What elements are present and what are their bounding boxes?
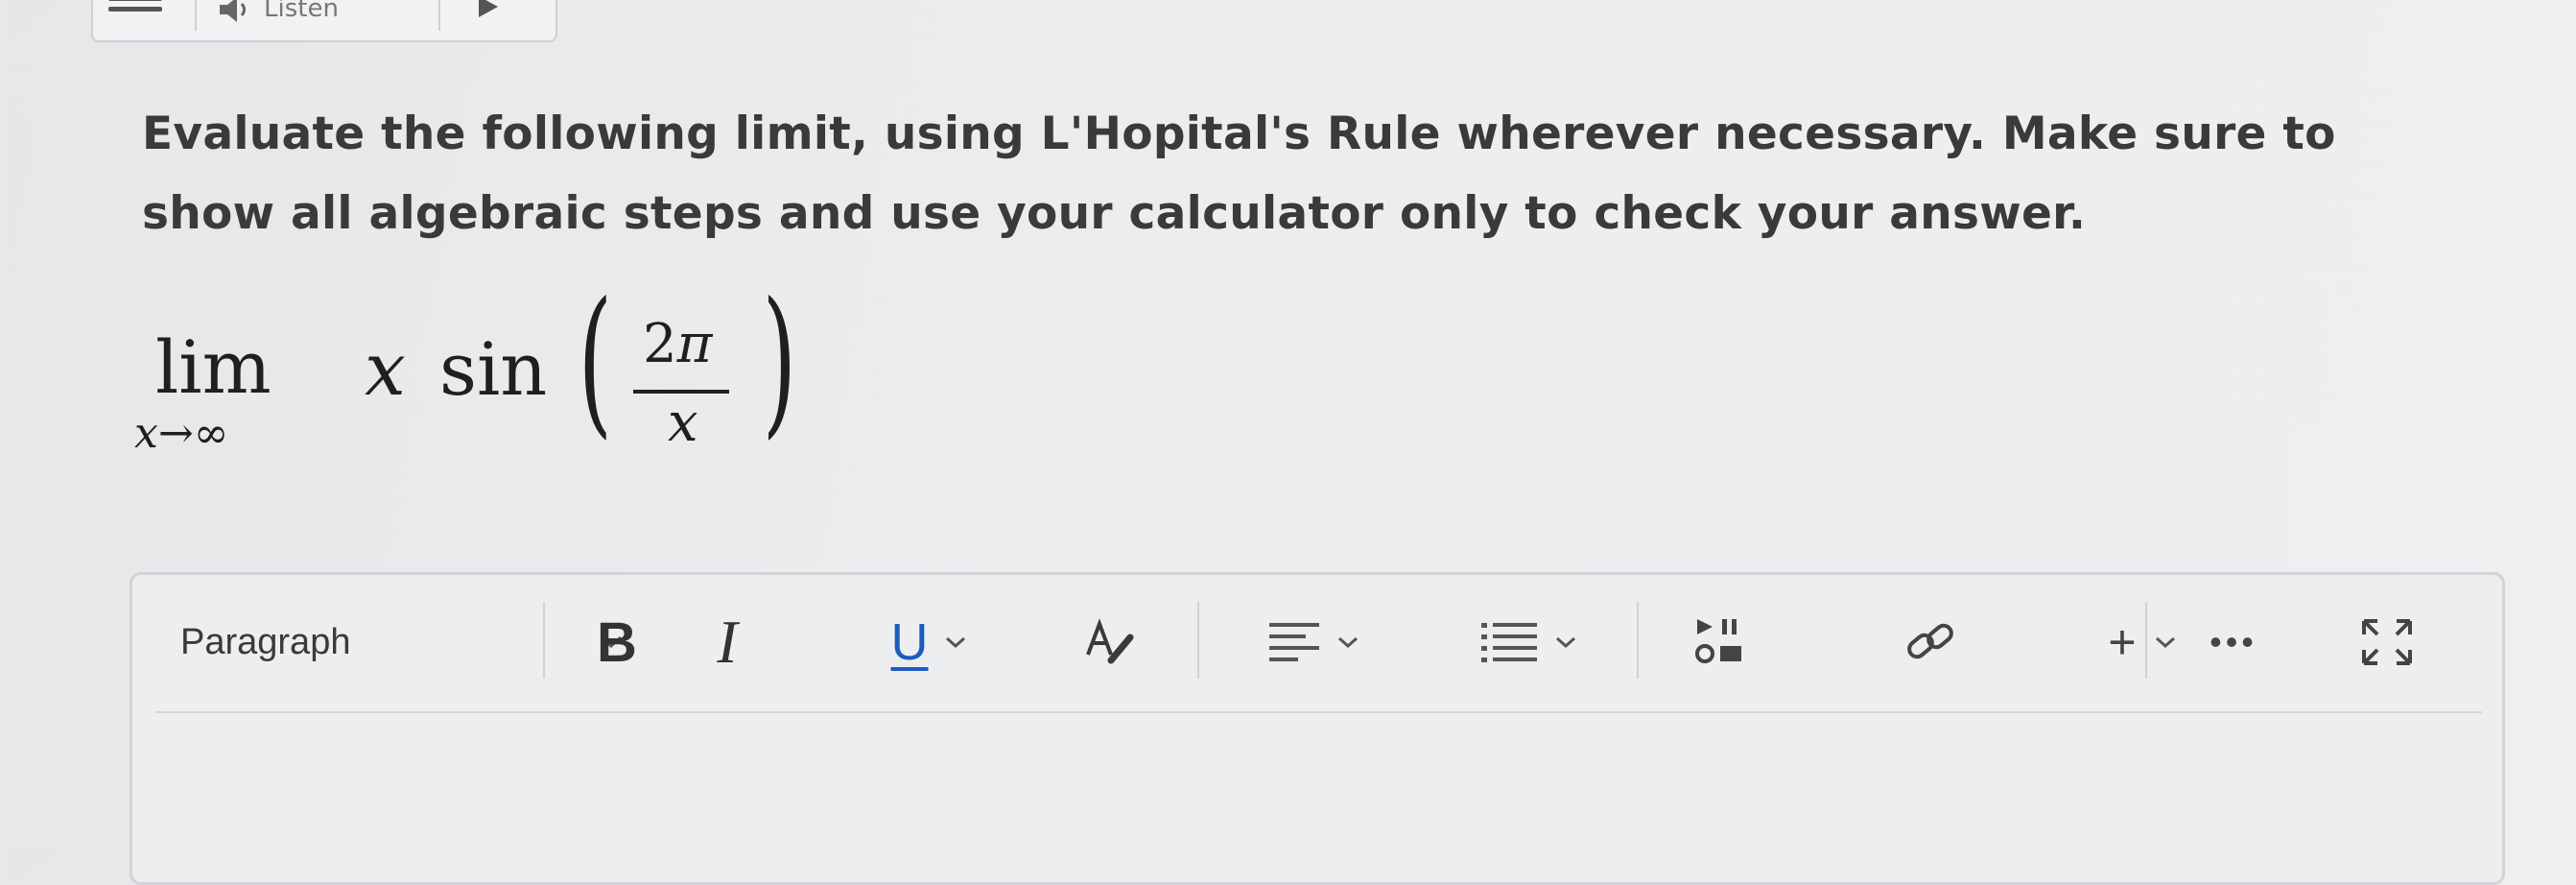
- plus-icon: +: [2108, 615, 2137, 669]
- chevron-down-icon: [944, 635, 967, 649]
- link-icon: [1901, 615, 1962, 669]
- fraction-denominator: x: [668, 392, 698, 454]
- italic-label: I: [717, 608, 738, 676]
- accessibility-toolbar: Listen: [91, 0, 557, 42]
- limit-expression: lim x→∞ x sin ( 2π x ): [134, 282, 863, 480]
- media-button[interactable]: [1667, 575, 1773, 709]
- listen-button[interactable]: Listen: [195, 0, 440, 31]
- question-text: Evaluate the following limit, using L'Ho…: [142, 108, 2336, 240]
- sub-variable: x: [134, 409, 158, 458]
- expand-icon: [2358, 615, 2416, 669]
- align-button[interactable]: [1245, 575, 1380, 709]
- listen-label: Listen: [264, 0, 339, 23]
- variable-x: x: [365, 326, 406, 412]
- right-paren: ): [762, 269, 797, 454]
- italic-button[interactable]: I: [698, 575, 756, 709]
- list-button[interactable]: [1456, 575, 1600, 709]
- toolbar-separator: [1637, 602, 1639, 679]
- left-paren: (: [578, 269, 613, 454]
- bold-button[interactable]: B: [583, 575, 650, 709]
- more-options-button[interactable]: •••: [2186, 575, 2281, 709]
- text-color-button[interactable]: [1073, 575, 1149, 709]
- numerator-pi: π: [676, 313, 713, 375]
- sub-infinity: ∞: [193, 409, 229, 458]
- toolbar-separator: [1197, 602, 1199, 679]
- block-format-label: Paragraph: [180, 621, 351, 662]
- toolbar-divider: [155, 711, 2482, 713]
- menu-icon[interactable]: [108, 0, 162, 25]
- editor-content-area[interactable]: [155, 719, 2482, 863]
- chevron-down-icon: [1336, 635, 1359, 649]
- editor-toolbar: Paragraph B I U + •••: [132, 575, 2502, 709]
- media-icon: [1690, 615, 1751, 669]
- sub-arrow: →: [157, 409, 194, 458]
- underline-label: U: [890, 613, 929, 671]
- play-icon[interactable]: [475, 0, 502, 19]
- toolbar-separator: [543, 602, 545, 679]
- speaker-icon: [218, 0, 256, 25]
- more-icon: •••: [2210, 622, 2257, 661]
- fraction-numerator: 2π: [643, 313, 712, 375]
- block-format-select[interactable]: Paragraph: [180, 575, 631, 709]
- chevron-down-icon: [1554, 635, 1577, 649]
- text-color-icon: [1082, 618, 1140, 666]
- rich-text-editor: Paragraph B I U + •••: [130, 572, 2505, 885]
- underline-button[interactable]: U: [871, 575, 986, 709]
- lim-operator: lim: [155, 324, 272, 410]
- chevron-down-icon: [2154, 635, 2177, 649]
- lim-subscript: x→∞: [134, 409, 228, 458]
- toolbar-separator: [2145, 602, 2147, 679]
- list-icon: [1479, 617, 1541, 667]
- link-button[interactable]: [1879, 575, 1984, 709]
- sin-function: sin: [439, 326, 548, 412]
- fullscreen-button[interactable]: [2339, 575, 2435, 709]
- align-left-icon: [1265, 617, 1323, 667]
- numerator-coefficient: 2: [643, 313, 677, 375]
- bold-label: B: [597, 610, 637, 674]
